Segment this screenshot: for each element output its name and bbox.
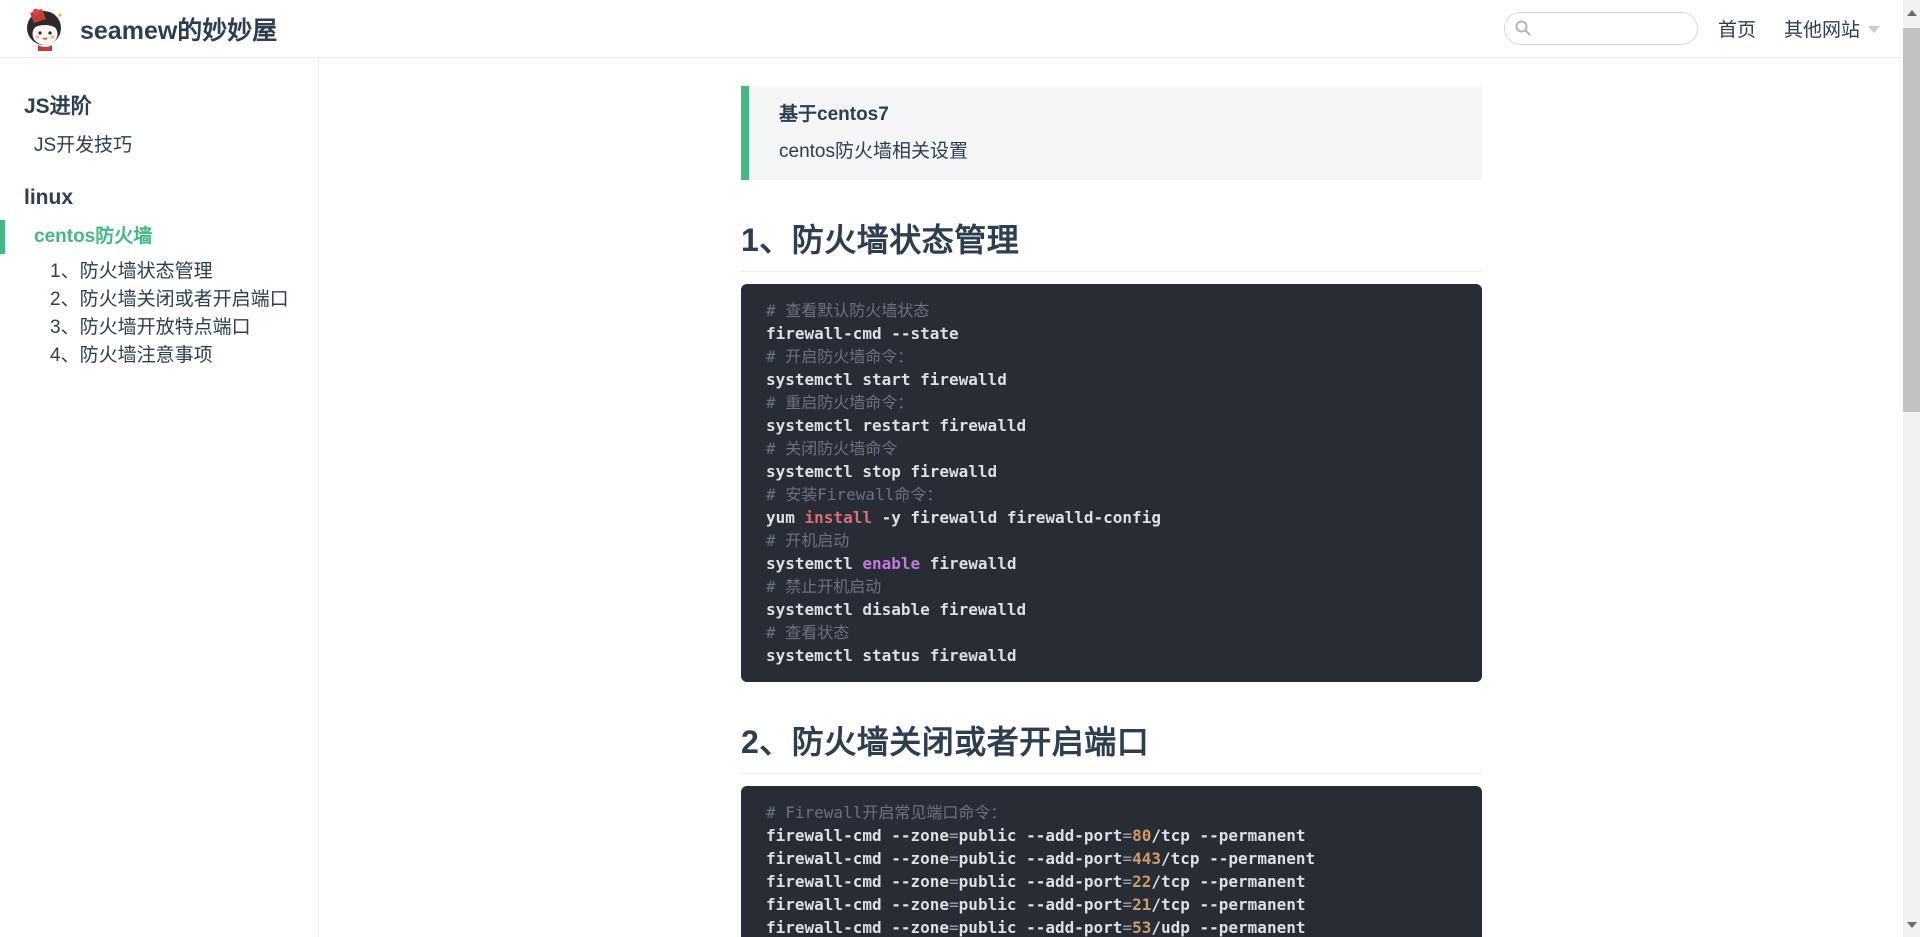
page-layout: JS进阶JS开发技巧linuxcentos防火墙1、防火墙状态管理2、防火墙关闭… (0, 58, 1920, 937)
site-logo-icon (22, 7, 66, 51)
code-content: # Firewall开启常见端口命令： firewall-cmd --zone=… (766, 801, 1457, 937)
sidebar-group-title: linux (0, 185, 318, 210)
site-title: seamew的妙妙屋 (80, 11, 277, 47)
site-home-link[interactable]: seamew的妙妙屋 (22, 7, 277, 51)
tip-line-1: 基于centos7 (779, 104, 1452, 125)
nav-link-label: 首页 (1718, 15, 1756, 42)
sidebar: JS进阶 JS开发技巧 linux centos防火墙 1、防火墙状态管理2、防火墙关闭… (0, 58, 319, 937)
tip-block: 基于centos7 centos防火墙相关设置 (741, 86, 1482, 180)
chevron-down-icon (1868, 26, 1880, 33)
code-content: # 查看默认防火墙状态 firewall-cmd --state # 开启防火墙… (766, 299, 1457, 667)
tip-line-2: centos防火墙相关设置 (779, 141, 1452, 162)
sidebar-sub-item[interactable]: 2、防火墙关闭或者开启端口 (0, 286, 318, 314)
sidebar-sub-item[interactable]: 3、防火墙开放特点端口 (0, 314, 318, 342)
scrollbar-up-button[interactable] (1903, 0, 1920, 25)
sidebar-group: linux centos防火墙 1、防火墙状态管理2、防火墙关闭或者开启端口3、防火… (0, 185, 318, 370)
section-heading: 2、防火墙关闭或者开启端口 (741, 723, 1482, 774)
arrow-down-icon (1907, 922, 1917, 928)
nav-link-label: 其他网站 (1784, 15, 1860, 42)
nav-link-other-sites[interactable]: 其他网站 (1784, 15, 1880, 42)
code-block: # Firewall开启常见端口命令： firewall-cmd --zone=… (741, 786, 1482, 937)
article-sections: 1、防火墙状态管理 # 查看默认防火墙状态 firewall-cmd --stat… (741, 221, 1482, 937)
sidebar-item[interactable]: JS开发技巧 (0, 129, 318, 163)
search-icon (1515, 20, 1531, 36)
sidebar-sub-item[interactable]: 4、防火墙注意事项 (0, 342, 318, 370)
code-block: # 查看默认防火墙状态 firewall-cmd --state # 开启防火墙… (741, 284, 1482, 682)
navbar: seamew的妙妙屋 首页 其他网站 (0, 0, 1920, 58)
scrollbar-thumb[interactable] (1903, 28, 1920, 412)
main-content: 基于centos7 centos防火墙相关设置 1、防火墙状态管理 # 查看默认防… (319, 58, 1920, 937)
navbar-links: 首页 其他网站 (1718, 15, 1880, 42)
sidebar-group-title: JS进阶 (0, 94, 318, 119)
sidebar-group: JS进阶 JS开发技巧 (0, 94, 318, 163)
sidebar-sub-items: 1、防火墙状态管理2、防火墙关闭或者开启端口3、防火墙开放特点端口4、防火墙注意… (0, 258, 318, 370)
sidebar-sub-item[interactable]: 1、防火墙状态管理 (0, 258, 318, 286)
section-heading: 1、防火墙状态管理 (741, 221, 1482, 272)
vertical-scrollbar[interactable] (1903, 0, 1920, 937)
scrollbar-down-button[interactable] (1903, 912, 1920, 937)
arrow-up-icon (1907, 10, 1917, 16)
search-box[interactable] (1504, 12, 1698, 45)
sidebar-item[interactable]: centos防火墙 (0, 220, 318, 254)
article: 基于centos7 centos防火墙相关设置 1、防火墙状态管理 # 查看默认防… (741, 86, 1482, 937)
nav-link-home[interactable]: 首页 (1718, 15, 1756, 42)
search-input[interactable] (1504, 12, 1698, 45)
